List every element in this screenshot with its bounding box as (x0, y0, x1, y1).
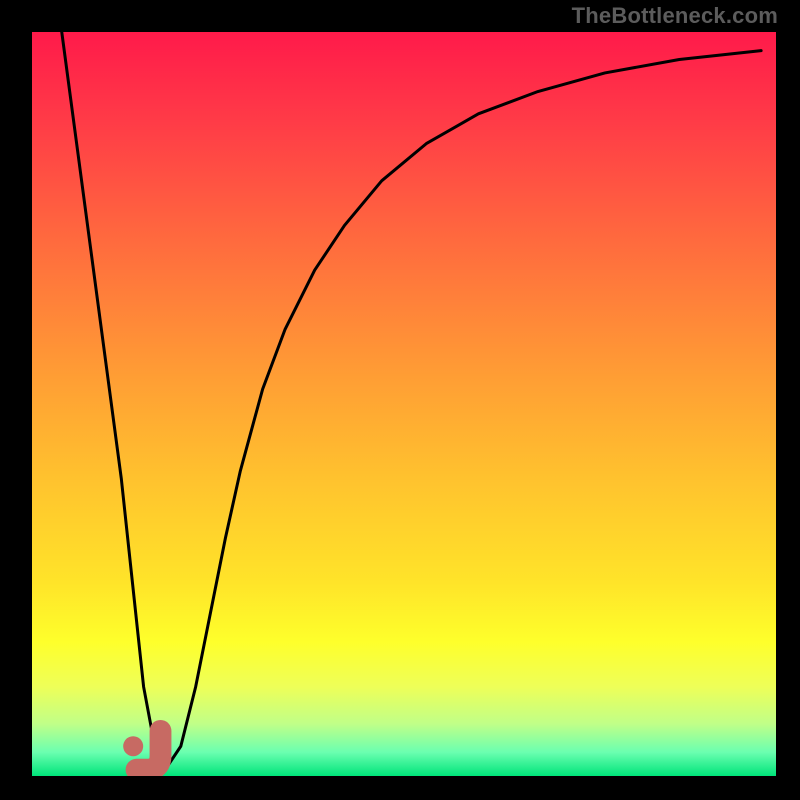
chart-svg (32, 32, 776, 776)
chart-frame: TheBottleneck.com (0, 0, 800, 800)
plot-area (32, 32, 776, 776)
marker-dot (123, 736, 143, 756)
watermark-text: TheBottleneck.com (572, 3, 778, 29)
chart-background (32, 32, 776, 776)
